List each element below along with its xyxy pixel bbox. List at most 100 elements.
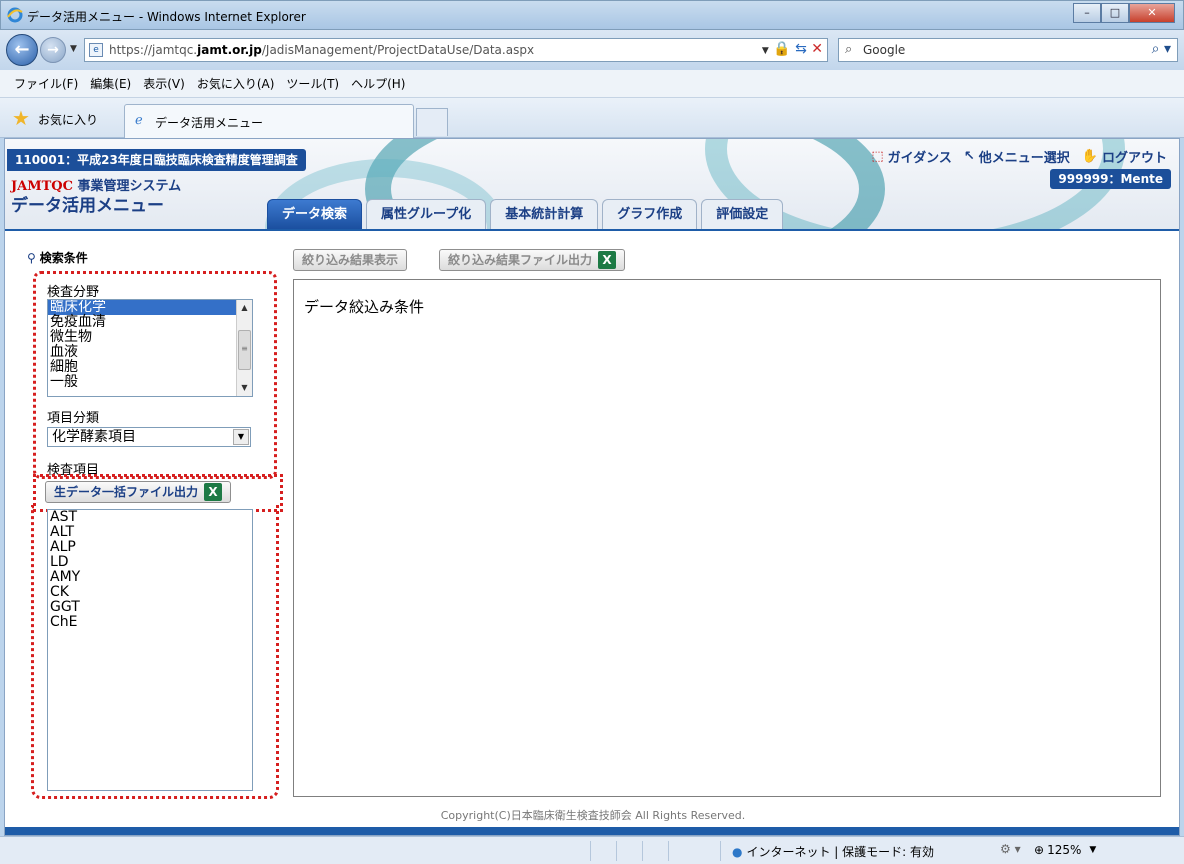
field-label: 検査分野 xyxy=(47,285,100,300)
favorites-bar: ★ お気に入り ℯ データ活用メニュー xyxy=(0,98,1184,138)
field-listbox[interactable]: 臨床化学 免疫血清 微生物 血液 細胞 一般 ▲ ≡ ▼ xyxy=(47,299,253,397)
menu-help[interactable]: ヘルプ(H) xyxy=(351,75,405,92)
url-text[interactable]: https://jamtqc.jamt.or.jp/JadisManagemen… xyxy=(109,43,534,57)
status-bar: ● インターネット | 保護モード: 有効 ⚙ ▾ ⊕ 125% ▼ xyxy=(0,836,1184,864)
excel-icon: X xyxy=(598,251,617,269)
menu-view[interactable]: 表示(V) xyxy=(143,75,185,92)
hand-icon: ✋ xyxy=(1081,149,1098,164)
search-icon: ⌕ xyxy=(845,42,853,57)
list-item[interactable]: AST xyxy=(48,510,252,525)
maximize-button[interactable]: □ xyxy=(1101,3,1129,23)
address-bar[interactable]: e https://jamtqc.jamt.or.jp/JadisManagem… xyxy=(84,38,828,62)
list-item[interactable]: CK xyxy=(48,585,252,600)
category-value: 化学酵素項目 xyxy=(52,429,136,445)
menu-edit[interactable]: 編集(E) xyxy=(90,75,131,92)
minimize-button[interactable]: – xyxy=(1073,3,1101,23)
list-item[interactable]: 臨床化学 xyxy=(48,300,252,315)
status-divider xyxy=(720,841,721,861)
tab-basic-stats[interactable]: 基本統計計算 xyxy=(490,199,599,229)
status-divider xyxy=(616,841,617,861)
scroll-down-icon[interactable]: ▼ xyxy=(237,380,252,396)
status-divider xyxy=(668,841,669,861)
zoom-dropdown-icon[interactable]: ▼ xyxy=(1089,845,1096,855)
new-tab-button[interactable] xyxy=(416,108,448,136)
listbox-scrollbar[interactable]: ▲ ≡ ▼ xyxy=(236,300,252,396)
security-zone[interactable]: ● インターネット | 保護モード: 有効 xyxy=(732,843,934,860)
search-go-icon[interactable]: ⌕ ▾ xyxy=(1152,41,1171,57)
list-item[interactable]: ChE xyxy=(48,615,252,630)
window-title-bar: データ活用メニュー - Windows Internet Explorer – … xyxy=(0,0,1184,30)
list-item[interactable]: 免疫血清 xyxy=(48,315,252,330)
raw-data-export-button[interactable]: 生データ一括ファイル出力 X xyxy=(45,481,232,503)
zoom-control[interactable]: ⊕ 125% ▼ xyxy=(1034,843,1096,857)
list-item[interactable]: 一般 xyxy=(48,375,252,390)
chevron-down-icon[interactable]: ▼ xyxy=(233,429,249,445)
favorites-star-icon[interactable]: ★ xyxy=(12,106,30,130)
scroll-thumb[interactable]: ≡ xyxy=(238,330,251,370)
globe-icon: ● xyxy=(732,844,743,859)
category-select[interactable]: 化学酵素項目 ▼ xyxy=(47,427,251,447)
other-menu-link[interactable]: ↖ 他メニュー選択 xyxy=(964,147,1070,166)
search-conditions-title: ⚲ 検索条件 xyxy=(27,251,88,265)
address-dropdown-icon[interactable]: ▼ xyxy=(762,46,769,56)
search-provider[interactable]: Google xyxy=(863,43,905,57)
history-dropdown-icon[interactable]: ▼ xyxy=(70,44,77,54)
menu-file[interactable]: ファイル(F) xyxy=(14,75,78,92)
guidance-link[interactable]: ⬚ ガイダンス xyxy=(871,147,952,166)
filter-conditions-panel: データ絞込み条件 xyxy=(293,279,1161,797)
list-item[interactable]: ALP xyxy=(48,540,252,555)
tab-evaluation[interactable]: 評価設定 xyxy=(701,199,784,229)
tab-data-search[interactable]: データ検索 xyxy=(267,199,363,229)
status-divider xyxy=(642,841,643,861)
menu-bar: ファイル(F) 編集(E) 表示(V) お気に入り(A) ツール(T) ヘルプ(… xyxy=(0,70,1184,98)
page-header: 110001：平成23年度日臨技臨床検査精度管理調査 JAMTQC 事業管理シス… xyxy=(5,139,1179,231)
panel-title: データ絞込み条件 xyxy=(304,298,425,316)
list-item[interactable]: LD xyxy=(48,555,252,570)
refresh-icon[interactable]: ⇆ xyxy=(795,41,807,57)
list-item[interactable]: GGT xyxy=(48,600,252,615)
page-icon: e xyxy=(89,43,103,57)
list-item[interactable]: 血液 xyxy=(48,345,252,360)
stop-icon[interactable]: ✕ xyxy=(811,41,823,57)
ie-tab-icon: ℯ xyxy=(135,113,143,128)
close-button[interactable]: ✕ xyxy=(1129,3,1175,23)
list-item[interactable]: 細胞 xyxy=(48,360,252,375)
forward-button[interactable]: → xyxy=(40,37,66,63)
window-title: データ活用メニュー - Windows Internet Explorer xyxy=(27,10,306,24)
user-badge: 999999：Mente xyxy=(1050,169,1171,189)
copyright: Copyright(C)日本臨床衛生検査技師会 All Rights Reser… xyxy=(440,809,746,822)
project-badge: 110001：平成23年度日臨技臨床検査精度管理調査 xyxy=(7,149,306,171)
status-divider xyxy=(590,841,591,861)
excel-icon: X xyxy=(204,483,223,501)
page-title: データ活用メニュー xyxy=(11,196,164,216)
scroll-up-icon[interactable]: ▲ xyxy=(237,300,252,316)
key-icon: ⚲ xyxy=(27,251,36,265)
back-button[interactable]: ← xyxy=(6,34,38,66)
lock-icon[interactable]: 🔒 xyxy=(773,41,790,57)
zone-settings-icon[interactable]: ⚙ ▾ xyxy=(1000,842,1021,856)
header-divider xyxy=(5,229,1179,231)
pdf-icon: ⬚ xyxy=(871,149,884,164)
filter-results-button[interactable]: 絞り込み結果表示 xyxy=(293,249,408,271)
list-item[interactable]: 微生物 xyxy=(48,330,252,345)
zoom-icon: ⊕ xyxy=(1034,843,1045,857)
header-links: ⬚ ガイダンス ↖ 他メニュー選択 ✋ ログアウト xyxy=(859,147,1167,166)
items-listbox[interactable]: AST ALT ALP LD AMY CK GGT ChE xyxy=(47,509,253,791)
search-box[interactable]: ⌕ Google ⌕ ▾ xyxy=(838,38,1178,62)
web-page: 110001：平成23年度日臨技臨床検査精度管理調査 JAMTQC 事業管理シス… xyxy=(4,138,1180,836)
favorites-button[interactable]: お気に入り xyxy=(38,111,98,128)
address-toolbar: ← → ▼ e https://jamtqc.jamt.or.jp/JadisM… xyxy=(0,30,1184,70)
list-item[interactable]: ALT xyxy=(48,525,252,540)
ie-logo-icon xyxy=(7,7,23,23)
page-tabs: データ検索 属性グループ化 基本統計計算 グラフ作成 評価設定 xyxy=(267,199,787,231)
filter-export-button[interactable]: 絞り込み結果ファイル出力 X xyxy=(439,249,626,271)
tab-graph[interactable]: グラフ作成 xyxy=(602,199,698,229)
menu-favorites[interactable]: お気に入り(A) xyxy=(197,75,275,92)
logout-link[interactable]: ✋ ログアウト xyxy=(1082,147,1167,166)
tab-attribute-group[interactable]: 属性グループ化 xyxy=(366,199,487,229)
browser-tab-label: データ活用メニュー xyxy=(155,116,264,130)
list-item[interactable]: AMY xyxy=(48,570,252,585)
menu-tools[interactable]: ツール(T) xyxy=(286,75,339,92)
browser-tab[interactable]: ℯ データ活用メニュー xyxy=(124,104,414,138)
pointer-icon: ↖ xyxy=(963,149,975,164)
